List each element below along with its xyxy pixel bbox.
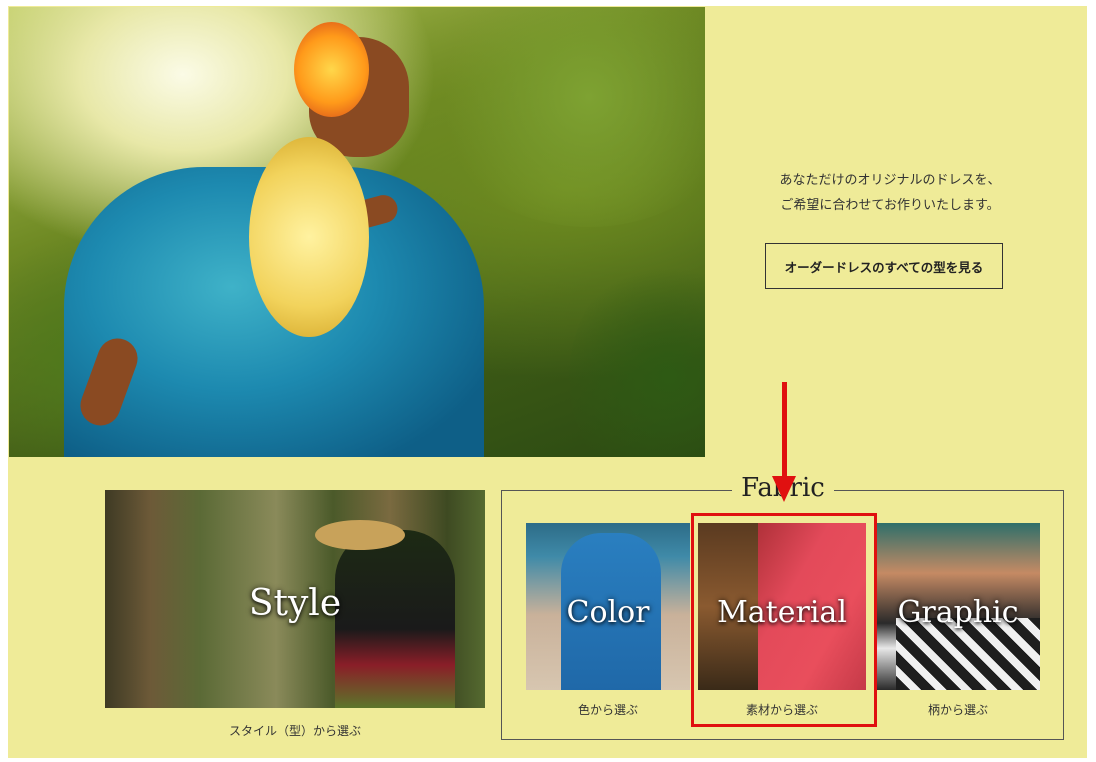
fabric-color-card[interactable]: Color (526, 523, 690, 690)
fabric-graphic-caption: 柄から選ぶ (927, 703, 988, 717)
fabric-graphic-card[interactable]: Graphic (876, 523, 1040, 690)
intro-line-2: ご希望に合わせてお作りいたします。 (780, 198, 1000, 213)
style-card[interactable]: Style (105, 490, 485, 708)
hero-image-hula-dancer (9, 7, 705, 457)
intro-line-1: あなただけのオリジナルのドレスを、 (779, 173, 1001, 188)
fabric-color-card-label: Color (566, 595, 650, 630)
style-card-label: Style (248, 583, 342, 624)
highlight-arrow (782, 382, 787, 487)
highlight-arrow-head (772, 476, 796, 502)
fabric-material-card-label: Material (717, 595, 847, 630)
fabric-material-caption: 素材から選ぶ (745, 703, 818, 717)
intro-text: あなただけのオリジナルのドレスを、 ご希望に合わせてお作りいたします。 (740, 168, 1040, 218)
fabric-graphic-card-label: Graphic (897, 595, 1019, 630)
view-all-dress-types-button[interactable]: オーダードレスのすべての型を見る (765, 243, 1003, 289)
style-card-caption: スタイル（型）から選ぶ (228, 724, 361, 738)
fabric-color-caption: 色から選ぶ (577, 703, 638, 717)
fabric-material-card[interactable]: Material (698, 523, 866, 690)
